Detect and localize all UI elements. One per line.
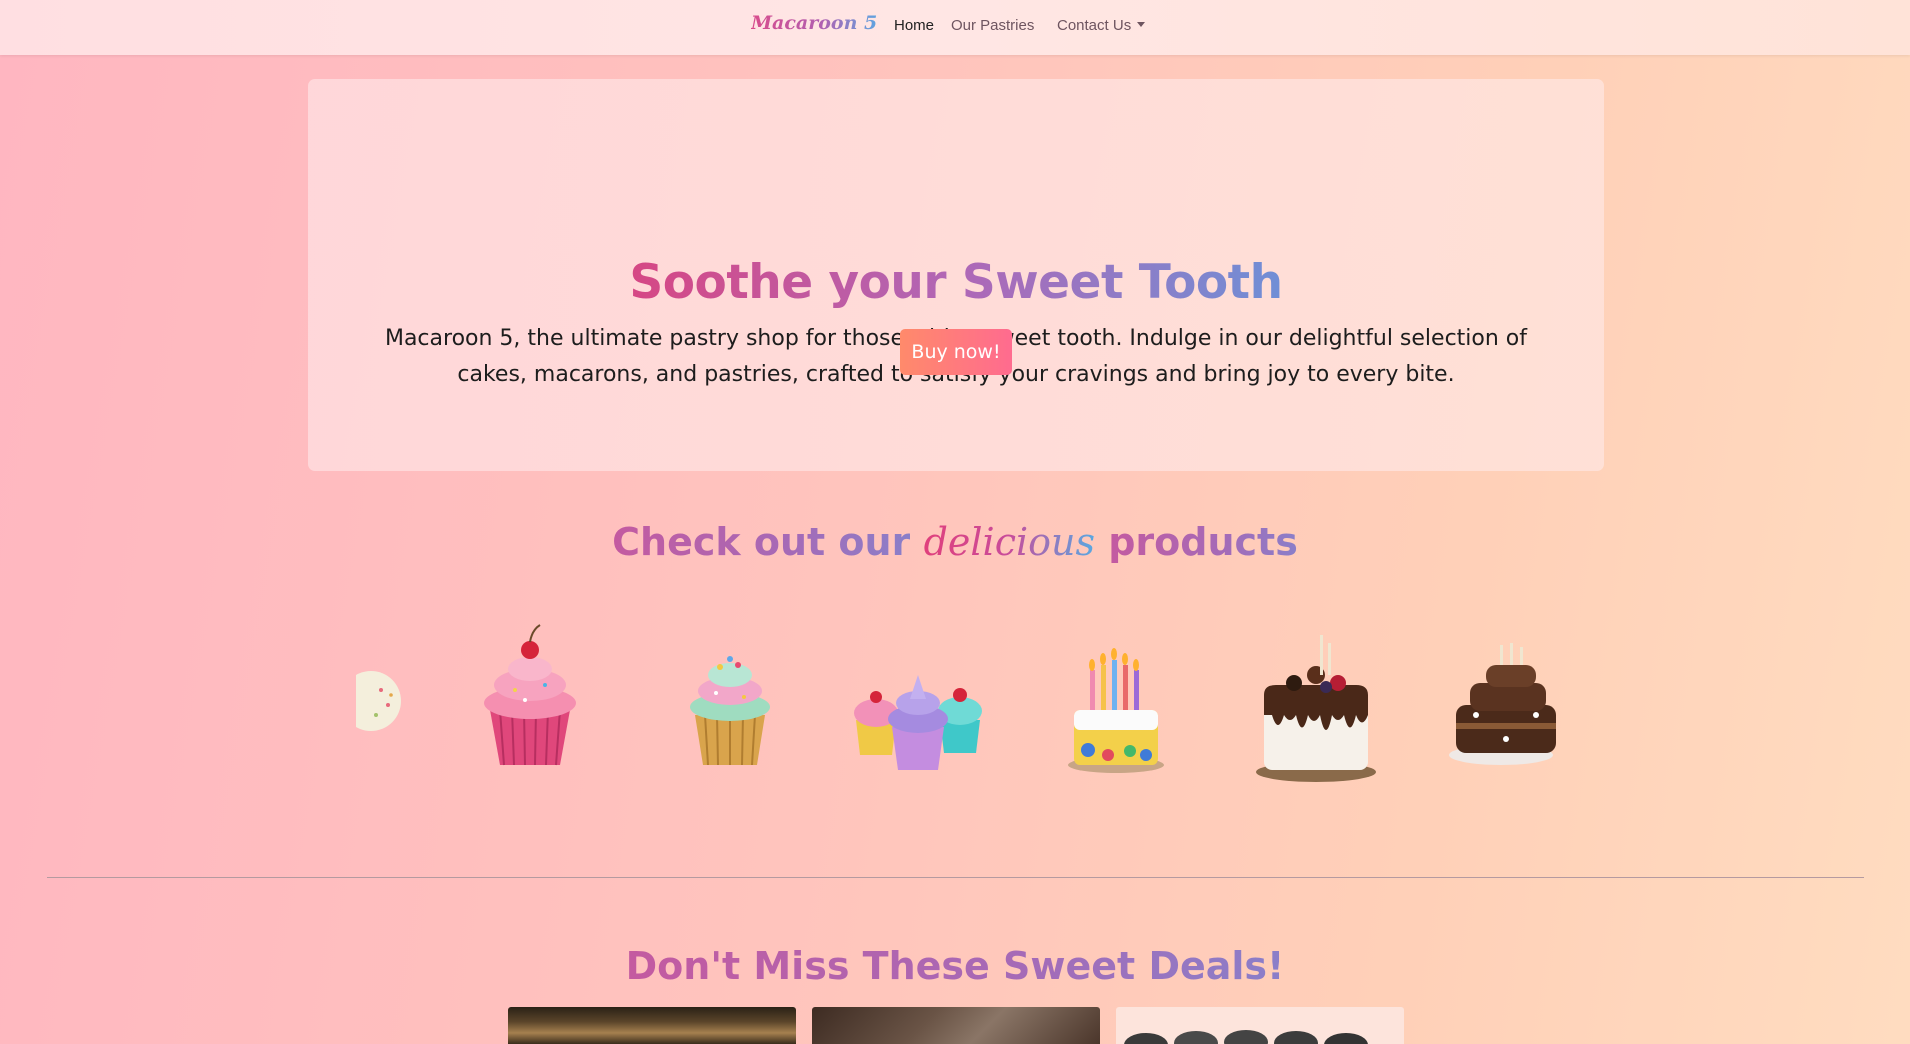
hero-section: Soothe your Sweet Tooth Macaroon 5, the …: [308, 79, 1604, 471]
three-cupcakes-icon[interactable]: [848, 615, 988, 785]
navbar: Macaroon 5 Home Our Pastries Contact Us: [0, 0, 1910, 55]
nav-our-pastries-link[interactable]: Our Pastries: [951, 17, 1034, 34]
nav-home-link[interactable]: Home: [894, 17, 934, 34]
products-heading: Check out our delicious products: [612, 520, 1298, 564]
deal-card-pastries[interactable]: [1116, 1007, 1404, 1044]
deals-heading: Don't Miss These Sweet Deals!: [625, 944, 1285, 988]
mint-sprinkle-cupcake-icon[interactable]: [660, 615, 800, 785]
pink-cherry-cupcake-icon[interactable]: [460, 615, 600, 785]
section-divider: [47, 877, 1864, 878]
nav-contact-us-dropdown[interactable]: Contact Us: [1057, 17, 1146, 34]
chocolate-layer-cake-icon[interactable]: [1446, 615, 1556, 785]
nav-contact-us-label: Contact Us: [1057, 17, 1132, 34]
deal-card-flour[interactable]: [812, 1007, 1100, 1044]
deal-card-bakery[interactable]: [508, 1007, 796, 1044]
chevron-down-icon: [1137, 22, 1146, 27]
brand-logo[interactable]: Macaroon 5: [751, 12, 877, 34]
macaron-icon[interactable]: [356, 615, 456, 785]
hero-title: Soothe your Sweet Tooth: [629, 255, 1283, 310]
chocolate-drip-cake-icon[interactable]: [1246, 615, 1386, 785]
birthday-cake-icon[interactable]: [1046, 615, 1186, 785]
products-carousel[interactable]: [356, 615, 1556, 785]
buy-now-button[interactable]: Buy now!: [900, 329, 1012, 375]
macarons-image: [1124, 1030, 1368, 1044]
